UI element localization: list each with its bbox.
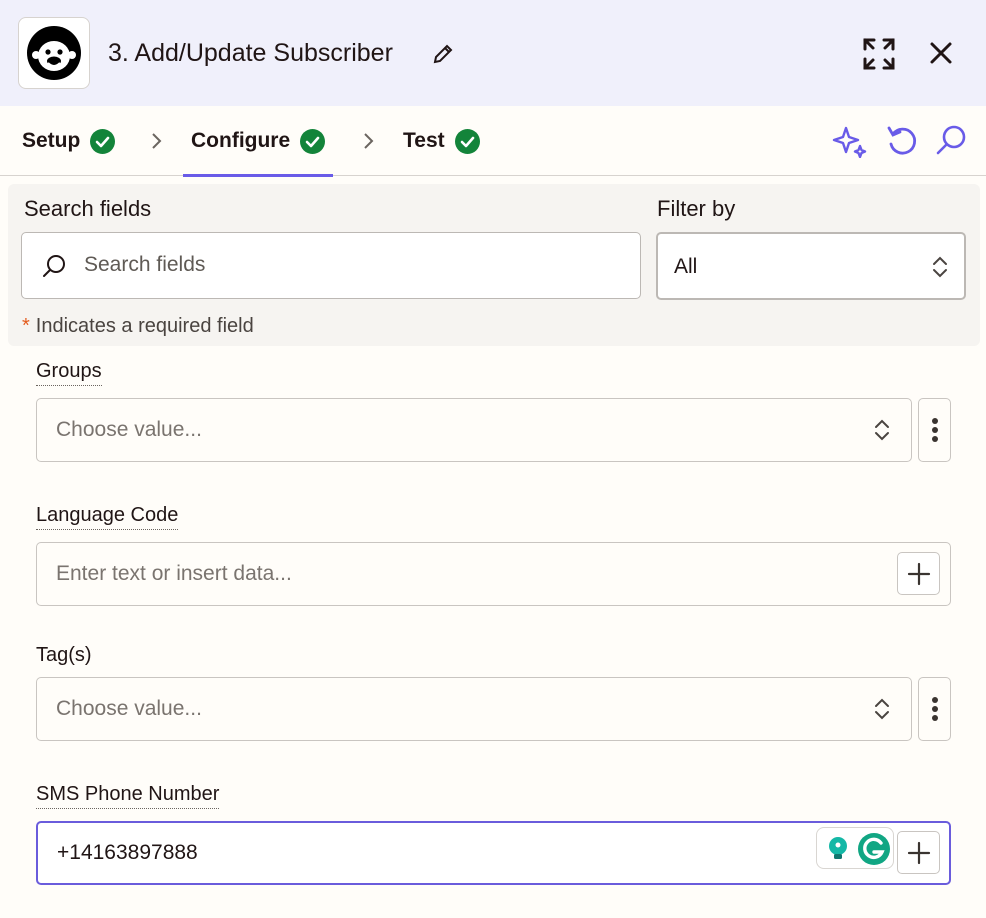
filter-by-label: Filter by xyxy=(657,196,736,221)
chevron-up-down-icon xyxy=(933,256,947,278)
tab-configure[interactable]: Configure xyxy=(182,106,334,177)
tags-placeholder: Choose value... xyxy=(56,697,202,720)
lightbulb-icon xyxy=(829,837,847,859)
chevron-up-down-icon xyxy=(875,419,889,441)
grammarly-icon xyxy=(858,833,890,865)
language-code-placeholder: Enter text or insert data... xyxy=(56,562,292,585)
step-header: 3. Add/Update Subscriber xyxy=(0,0,986,106)
sms-phone-value: +14163897888 xyxy=(57,841,198,864)
groups-more-button[interactable] xyxy=(918,398,951,462)
plus-icon xyxy=(907,562,930,585)
grammarly-widget[interactable] xyxy=(816,827,894,869)
tags-more-button[interactable] xyxy=(918,677,951,741)
tab-label: Configure xyxy=(191,129,291,152)
language-code-input[interactable]: Enter text or insert data... xyxy=(36,542,951,606)
tab-setup[interactable]: Setup xyxy=(22,106,116,176)
sms-phone-input[interactable]: +14163897888 xyxy=(36,821,951,885)
check-circle-icon xyxy=(300,128,326,154)
search-placeholder: Search fields xyxy=(84,253,206,276)
groups-placeholder: Choose value... xyxy=(56,418,202,441)
search-icon xyxy=(43,255,65,277)
mailchimp-logo xyxy=(18,17,90,89)
pencil-icon[interactable] xyxy=(430,41,456,67)
tab-test[interactable]: Test xyxy=(403,106,480,176)
plus-icon xyxy=(907,841,930,864)
field-label-tags: Tag(s) xyxy=(36,644,92,666)
kebab-menu-icon xyxy=(931,418,938,442)
search-fields-input[interactable]: Search fields xyxy=(21,232,641,299)
chevron-up-down-icon xyxy=(875,698,889,720)
field-label-sms-phone: SMS Phone Number xyxy=(36,783,220,809)
filter-value: All xyxy=(674,255,698,278)
tags-select[interactable]: Choose value... xyxy=(36,677,912,741)
expand-icon[interactable] xyxy=(860,35,898,73)
required-note-text: Indicates a required field xyxy=(35,315,254,337)
required-field-note: * Indicates a required field xyxy=(22,315,254,338)
sms-phone-insert-button[interactable] xyxy=(897,831,940,874)
filter-by-select[interactable]: All xyxy=(656,232,966,300)
close-icon[interactable] xyxy=(924,36,958,70)
tab-label: Test xyxy=(403,129,445,152)
search-fields-label: Search fields xyxy=(24,196,152,221)
required-star: * xyxy=(22,315,30,337)
language-code-insert-button[interactable] xyxy=(897,552,940,595)
sparkle-icon[interactable] xyxy=(832,122,868,159)
check-circle-icon xyxy=(90,128,116,154)
kebab-menu-icon xyxy=(931,697,938,721)
groups-select[interactable]: Choose value... xyxy=(36,398,912,462)
tab-label: Setup xyxy=(22,129,81,152)
chevron-right-icon xyxy=(364,133,374,149)
field-label-language-code: Language Code xyxy=(36,504,179,530)
chevron-right-icon xyxy=(152,133,162,149)
field-label-groups: Groups xyxy=(36,360,102,386)
undo-icon[interactable] xyxy=(884,122,920,158)
check-circle-icon xyxy=(454,128,480,154)
step-title: 3. Add/Update Subscriber xyxy=(108,39,393,67)
search-icon[interactable] xyxy=(934,122,970,158)
